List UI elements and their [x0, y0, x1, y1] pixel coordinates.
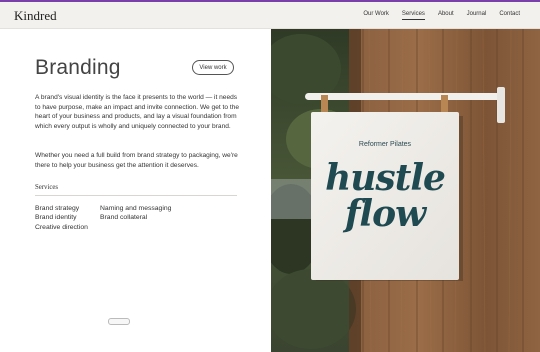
nav-about[interactable]: About — [438, 11, 454, 20]
service-item: Naming and messaging — [100, 205, 172, 212]
intro-paragraph: A brand's visual identity is the face it… — [35, 94, 240, 130]
main-nav: Our Work Services About Journal Contact — [363, 11, 520, 20]
nav-our-work[interactable]: Our Work — [363, 11, 389, 20]
site-header: Kindred Our Work Services About Journal … — [0, 2, 540, 29]
site-logo[interactable]: Kindred — [14, 8, 57, 24]
view-work-button[interactable]: View work — [192, 60, 234, 75]
services-divider — [35, 195, 237, 196]
body-paragraph: Whether you need a full build from brand… — [35, 152, 238, 169]
services-list-right: Naming and messaging Brand collateral — [100, 204, 171, 223]
nav-journal[interactable]: Journal — [467, 11, 487, 20]
service-item: Brand identity — [35, 214, 77, 222]
services-heading: Services — [35, 184, 59, 191]
service-item: Creative direction — [35, 223, 88, 231]
service-item: Brand collateral — [100, 214, 148, 222]
nav-services[interactable]: Services — [401, 11, 425, 20]
sign-top-text: Reformer Pilates — [358, 141, 412, 148]
scroll-indicator[interactable] — [108, 318, 130, 325]
service-item: Brand strategy — [35, 205, 80, 212]
nav-contact[interactable]: Contact — [499, 11, 520, 20]
page-title: Branding — [35, 56, 121, 79]
sign-logo-line2: flow — [344, 193, 426, 235]
sign-logo-line1: hustle — [325, 157, 446, 199]
services-list-left: Brand strategy Brand identity Creative d… — [35, 204, 88, 232]
